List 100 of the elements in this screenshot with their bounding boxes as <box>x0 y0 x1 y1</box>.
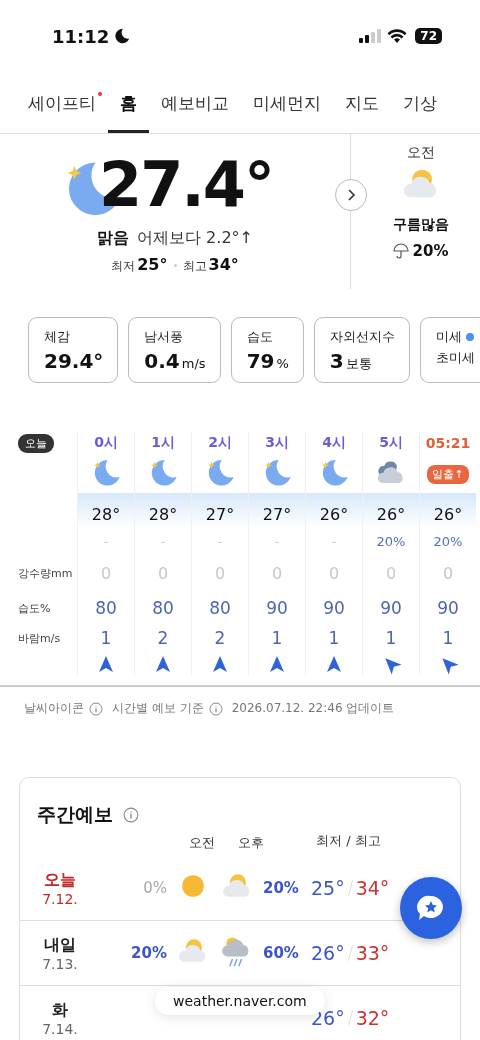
card-label: 초미세 <box>435 349 476 367</box>
sunrise-badge: 일출↑ <box>427 464 469 484</box>
low-temperature: 25° <box>137 255 168 274</box>
date-label: 7.14. <box>42 1020 78 1037</box>
humidity-value: 90 <box>266 598 288 618</box>
card-label: 남서풍 <box>144 328 185 346</box>
row-label: 강수량mm <box>18 565 73 581</box>
hour-label: 2시 <box>208 434 232 452</box>
wind-direction-icon <box>212 655 228 673</box>
info-icon[interactable] <box>123 807 139 823</box>
hourly-temperature: 27° <box>262 504 292 524</box>
high-temperature: 33° <box>355 942 390 964</box>
info-card[interactable]: 습도 79% <box>230 317 304 383</box>
hour-label: 3시 <box>265 434 289 452</box>
wind-direction-icon <box>269 655 285 673</box>
nav-tab[interactable]: 미세먼지 <box>241 84 333 133</box>
wifi-icon <box>387 28 408 44</box>
hour-label: 0시 <box>94 434 118 452</box>
precipitation-chance: - <box>274 533 280 549</box>
day-label: 오늘 <box>44 869 76 891</box>
row-label: 바람m/s <box>18 630 61 646</box>
condition-text: 맑음 <box>97 228 130 249</box>
update-time: 2026.07.12. 22:46 업데이트 <box>231 700 395 717</box>
hourly-temperature: 28° <box>148 504 178 524</box>
status-time: 11:12 <box>52 25 110 47</box>
hourly-temperature: 26° <box>433 504 463 524</box>
humidity-value: 80 <box>152 598 174 618</box>
high-temperature: 34° <box>355 877 390 899</box>
high-label: 최고 <box>182 258 207 275</box>
card-label: 체감 <box>44 328 71 346</box>
battery-icon: 72 <box>415 28 442 44</box>
wind-speed: 2 <box>157 628 169 648</box>
signal-icon <box>359 29 382 43</box>
low-temperature: 25° <box>311 877 345 899</box>
card-value: 79 <box>246 349 275 373</box>
date-label: 7.13. <box>42 955 78 972</box>
condition-text: 구름많음 <box>392 216 449 234</box>
day-label: 화 <box>52 999 68 1021</box>
info-card[interactable]: 체감 29.4° <box>28 317 119 383</box>
wind-speed: 2 <box>214 628 226 648</box>
low-label: 최저 <box>111 258 136 275</box>
current-temperature: 27.4° <box>99 147 273 221</box>
wind-direction-icon <box>98 655 114 673</box>
nav-tab[interactable]: 기상 <box>391 84 449 133</box>
precipitation-chance: 20% <box>433 533 463 549</box>
precipitation-chance: 60% <box>263 944 300 962</box>
row-label: 습도% <box>18 600 51 616</box>
hour-label: 4시 <box>322 434 346 452</box>
nav-tab[interactable]: 예보비교 <box>149 84 241 133</box>
card-unit: % <box>276 356 289 371</box>
wind-direction-icon <box>326 655 342 673</box>
info-card[interactable]: 남서풍 0.4 m/s <box>128 317 221 383</box>
card-label: 자외선지수 <box>329 328 395 346</box>
precipitation-chance: 20% <box>376 533 406 549</box>
chat-bubble-icon <box>416 894 446 922</box>
precipitation-chance: - <box>331 533 337 549</box>
precipitation-chance: - <box>160 533 166 549</box>
card-unit: 보통 <box>345 355 372 373</box>
card-label: 습도 <box>246 328 274 346</box>
column-header: 오전 <box>189 834 215 852</box>
nav-tab[interactable]: 세이프티 <box>16 84 108 133</box>
moon-icon <box>113 27 132 45</box>
status-dot <box>465 333 474 341</box>
card-value: 0.4 <box>144 349 180 373</box>
precipitation-chance: 20% <box>263 879 300 897</box>
umbrella-icon <box>392 243 409 259</box>
card-label: 미세 <box>435 328 462 346</box>
hourly-temperature: 26° <box>319 504 349 524</box>
nav-tab[interactable]: 홈 <box>108 84 149 133</box>
precipitation-chance: - <box>217 533 223 549</box>
notification-dot <box>98 92 102 96</box>
hourly-temperature: 28° <box>91 504 121 524</box>
card-value: 29.4° <box>44 349 104 373</box>
column-header: 오후 <box>238 834 264 852</box>
humidity-value: 90 <box>380 598 402 618</box>
day-label: 내일 <box>44 934 76 956</box>
hourly-temperature: 27° <box>205 504 235 524</box>
section-title: 주간예보 <box>37 802 113 827</box>
wind-direction-icon <box>155 655 171 673</box>
wind-speed: 1 <box>385 628 397 648</box>
humidity-value: 80 <box>209 598 231 618</box>
next-button[interactable] <box>335 179 367 211</box>
card-value: 3 <box>329 349 344 373</box>
nav-tab[interactable]: 지도 <box>333 84 391 133</box>
info-card[interactable]: 자외선지수 3 보통 <box>313 317 410 383</box>
info-icon[interactable] <box>89 701 103 716</box>
date-label: 7.12. <box>42 890 78 907</box>
period-label: 오전 <box>406 144 435 162</box>
chat-button[interactable] <box>400 877 462 939</box>
humidity-value: 90 <box>437 598 459 618</box>
hour-label: 1시 <box>151 434 175 452</box>
dust-card[interactable]: 미세 초미세 <box>419 317 480 383</box>
precipitation-chance: 20% <box>412 242 449 260</box>
low-temperature: 26° <box>311 942 345 964</box>
info-icon[interactable] <box>208 701 223 716</box>
hour-label: 5시 <box>379 434 403 452</box>
high-temperature: 34° <box>208 255 239 274</box>
wind-speed: 1 <box>100 628 112 648</box>
wind-speed: 1 <box>442 628 454 648</box>
wind-speed: 1 <box>328 628 340 648</box>
